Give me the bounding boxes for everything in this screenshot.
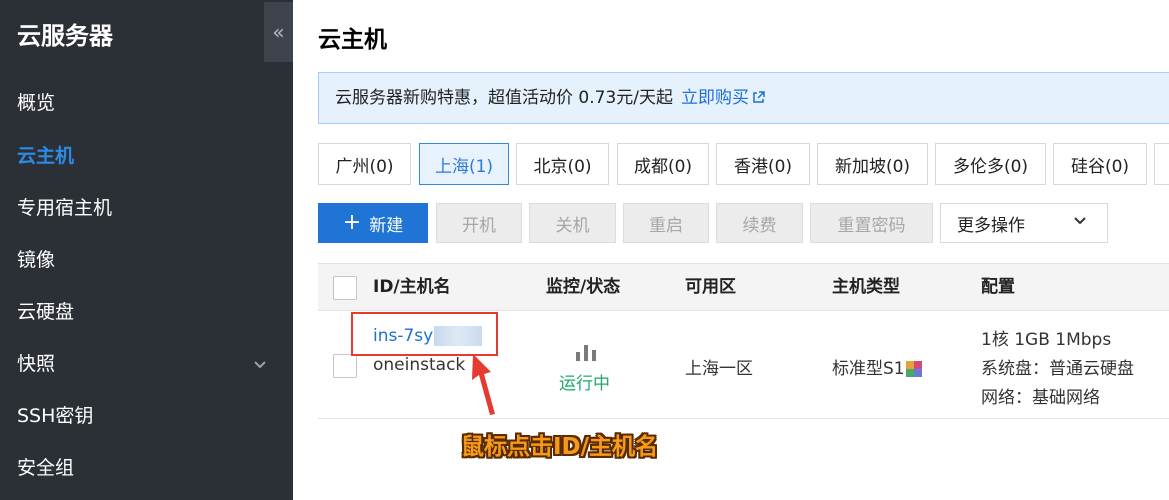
region-tab-hongkong[interactable]: 香港(0) bbox=[716, 143, 810, 185]
promo-flower-icon bbox=[905, 361, 922, 377]
table-header: ID/主机名 监控/状态 可用区 主机类型 配置 bbox=[318, 263, 1169, 311]
start-button[interactable]: 开机 bbox=[436, 203, 522, 243]
sidebar-item-snapshot[interactable]: 快照 bbox=[17, 349, 267, 379]
header-id-hostname: ID/主机名 bbox=[373, 277, 451, 297]
sidebar: 云服务器 « 概览 云主机 专用宿主机 镜像 云硬盘 快照 SSH密钥 安全组 bbox=[0, 0, 293, 500]
header-monitor-status: 监控/状态 bbox=[546, 277, 621, 297]
sidebar-item-cvm[interactable]: 云主机 bbox=[17, 141, 267, 171]
config-network: 网络：基础网络 bbox=[981, 388, 1100, 408]
region-tab-guangzhou[interactable]: 广州(0) bbox=[318, 143, 411, 185]
chevron-down-icon bbox=[1073, 213, 1087, 233]
sidebar-item-dedicated-host[interactable]: 专用宿主机 bbox=[17, 193, 267, 223]
annotation-text: 鼠标点击ID/主机名 bbox=[461, 434, 659, 460]
region-tab-toronto[interactable]: 多伦多(0) bbox=[935, 143, 1046, 185]
sidebar-item-images[interactable]: 镜像 bbox=[17, 245, 267, 275]
region-tab-silicon-valley[interactable]: 硅谷(0) bbox=[1053, 143, 1147, 185]
region-tab-more[interactable] bbox=[1154, 143, 1169, 185]
external-link-icon[interactable] bbox=[752, 91, 765, 107]
region-tab-shanghai[interactable]: 上海(1) bbox=[419, 143, 509, 185]
chevron-down-icon bbox=[253, 349, 267, 390]
reset-password-button[interactable]: 重置密码 bbox=[810, 203, 933, 243]
header-instance-type: 主机类型 bbox=[832, 277, 900, 297]
sidebar-item-overview[interactable]: 概览 bbox=[17, 88, 267, 118]
instance-hostname[interactable]: oneinstack bbox=[373, 355, 465, 375]
select-all-checkbox[interactable] bbox=[333, 276, 357, 300]
highlight-box bbox=[351, 312, 498, 356]
region-tab-beijing[interactable]: 北京(0) bbox=[516, 143, 609, 185]
buy-now-link[interactable]: 立即购买 bbox=[681, 88, 749, 108]
config-bandwidth: 1核 1GB 1Mbps bbox=[981, 330, 1112, 350]
page-title: 云主机 bbox=[318, 27, 387, 53]
collapse-sidebar-button[interactable]: « bbox=[264, 2, 293, 62]
sidebar-item-security-group[interactable]: 安全组 bbox=[17, 453, 267, 483]
arrow-annotation bbox=[463, 352, 503, 422]
header-config: 配置 bbox=[981, 277, 1015, 297]
plus-icon: + bbox=[342, 210, 362, 235]
header-zone: 可用区 bbox=[685, 277, 736, 297]
more-actions-dropdown[interactable]: 更多操作 bbox=[940, 203, 1108, 243]
region-tab-singapore[interactable]: 新加坡(0) bbox=[817, 143, 928, 185]
stop-button[interactable]: 关机 bbox=[529, 203, 616, 243]
sidebar-title: 云服务器 bbox=[17, 22, 113, 50]
zone-value: 上海一区 bbox=[685, 359, 753, 379]
renew-button[interactable]: 续费 bbox=[716, 203, 803, 243]
config-system-disk: 系统盘：普通云硬盘 bbox=[981, 359, 1134, 379]
monitor-chart-icon[interactable] bbox=[576, 341, 606, 361]
promo-notice: 云服务器新购特惠，超值活动价 0.73元/天起 立即购买 bbox=[318, 72, 1169, 124]
status-badge: 运行中 bbox=[559, 374, 610, 394]
main-content: 云主机 云服务器新购特惠，超值活动价 0.73元/天起 立即购买 广州(0) 上海… bbox=[293, 0, 1169, 500]
row-checkbox[interactable] bbox=[333, 354, 357, 378]
new-instance-button[interactable]: + 新建 bbox=[318, 203, 428, 243]
region-tab-chengdu[interactable]: 成都(0) bbox=[617, 143, 709, 185]
sidebar-item-label: 快照 bbox=[17, 353, 56, 375]
sidebar-item-ssh-keys[interactable]: SSH密钥 bbox=[17, 401, 267, 431]
more-actions-label: 更多操作 bbox=[957, 215, 1025, 236]
sidebar-item-cloud-disk[interactable]: 云硬盘 bbox=[17, 297, 267, 327]
new-button-label: 新建 bbox=[369, 215, 404, 236]
instance-type-text: 标准型S1 bbox=[832, 359, 905, 379]
instance-type-value: 标准型S1 bbox=[832, 354, 922, 379]
notice-text: 云服务器新购特惠，超值活动价 0.73元/天起 bbox=[335, 88, 673, 108]
restart-button[interactable]: 重启 bbox=[623, 203, 709, 243]
